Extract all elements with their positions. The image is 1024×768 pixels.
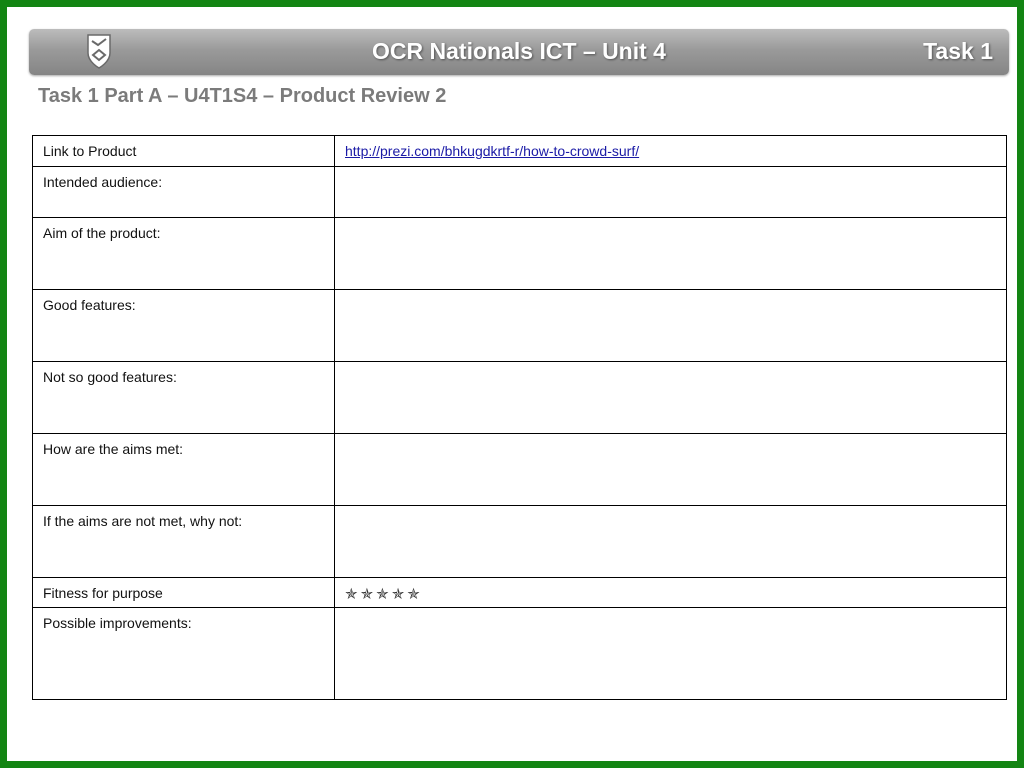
row-label-fitness: Fitness for purpose <box>32 577 335 608</box>
row-label-aim: Aim of the product: <box>32 217 335 290</box>
table-row: Link to Product http://prezi.com/bhkugdk… <box>32 135 1007 167</box>
row-label-aims-met: How are the aims met: <box>32 433 335 506</box>
star-rating-icon[interactable]: ✯✯✯✯✯ <box>345 586 423 603</box>
table-row: Possible improvements: <box>32 607 1007 700</box>
table-row: Intended audience: <box>32 166 1007 218</box>
table-row: If the aims are not met, why not: <box>32 505 1007 578</box>
row-value-aims-met[interactable] <box>334 433 1007 506</box>
row-value-good-features[interactable] <box>334 289 1007 362</box>
row-label-good-features: Good features: <box>32 289 335 362</box>
table-row: Good features: <box>32 289 1007 362</box>
table-row: How are the aims met: <box>32 433 1007 506</box>
table-row: Aim of the product: <box>32 217 1007 290</box>
page-subtitle: Task 1 Part A – U4T1S4 – Product Review … <box>38 85 447 107</box>
row-value-aim[interactable] <box>334 217 1007 290</box>
page-frame: OCR Nationals ICT – Unit 4 Task 1 Task 1… <box>0 0 1024 768</box>
row-label-aims-not-met: If the aims are not met, why not: <box>32 505 335 578</box>
header-bar: OCR Nationals ICT – Unit 4 Task 1 <box>29 29 1009 75</box>
row-label-link: Link to Product <box>32 135 335 167</box>
row-value-fitness: ✯✯✯✯✯ <box>334 577 1007 608</box>
row-label-audience: Intended audience: <box>32 166 335 218</box>
header-task-label: Task 1 <box>923 38 993 64</box>
row-value-improvements[interactable] <box>334 607 1007 700</box>
table-row: Fitness for purpose ✯✯✯✯✯ <box>32 577 1007 608</box>
header-title: OCR Nationals ICT – Unit 4 <box>372 38 666 64</box>
product-review-table: Link to Product http://prezi.com/bhkugdk… <box>32 135 1007 700</box>
product-link[interactable]: http://prezi.com/bhkugdkrtf-r/how-to-cro… <box>345 143 639 159</box>
row-value-bad-features[interactable] <box>334 361 1007 434</box>
row-value-aims-not-met[interactable] <box>334 505 1007 578</box>
row-label-bad-features: Not so good features: <box>32 361 335 434</box>
row-label-improvements: Possible improvements: <box>32 607 335 700</box>
table-row: Not so good features: <box>32 361 1007 434</box>
row-value-link: http://prezi.com/bhkugdkrtf-r/how-to-cro… <box>334 135 1007 167</box>
row-value-audience[interactable] <box>334 166 1007 218</box>
